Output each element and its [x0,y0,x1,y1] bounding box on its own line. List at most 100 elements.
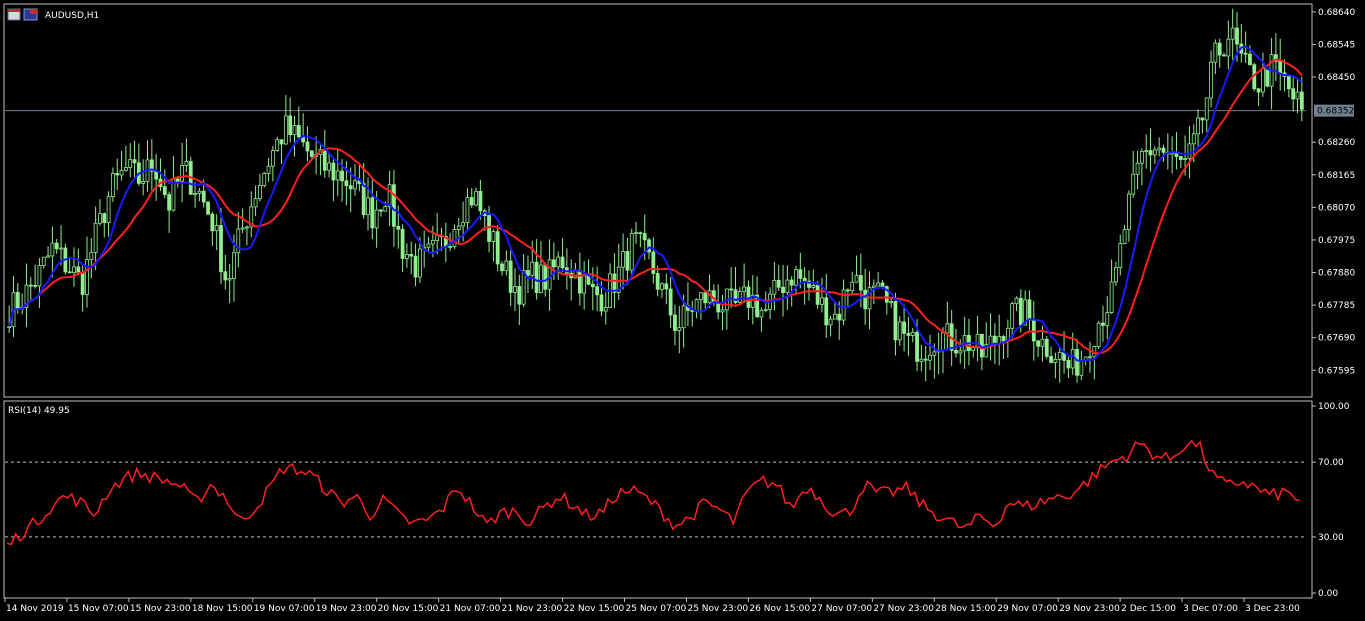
candle-body [67,271,72,274]
time-tick-label: 21 Nov 23:00 [502,604,563,614]
candle-body [673,314,677,331]
candle-body [197,190,202,194]
candle-body [530,261,535,276]
candle-body [292,125,297,136]
candle-body [629,233,634,271]
candle-body [322,149,327,171]
candle-body [180,164,184,182]
candle-body [534,261,539,294]
candle-body [456,225,461,230]
candle-body [89,251,94,261]
candle-body [781,286,785,293]
candle [629,228,634,276]
candle-body [1114,267,1118,283]
candle-body [698,292,703,300]
candle-body [833,313,837,320]
candle-body [344,180,349,187]
candle-body [1152,149,1157,156]
candle-body [266,165,271,174]
candle-body [184,161,189,166]
candle-body [992,335,997,344]
candle-body [681,305,686,329]
candle-body [815,284,820,305]
candle-body [590,283,595,288]
candle-body [954,350,958,354]
candle-body [655,273,660,290]
candle-body [923,358,928,361]
time-tick-label: 20 Nov 15:00 [378,604,439,614]
candle-body [513,286,517,293]
candle-body [595,286,600,296]
candle-body [28,284,33,287]
time-tick-label: 2 Dec 15:00 [1121,604,1176,614]
candle-body [1157,147,1162,151]
candle-body [1118,243,1123,268]
time-tick-label: 3 Dec 07:00 [1183,604,1238,614]
candle-body [1291,88,1296,100]
candle-body [508,260,513,293]
candle-body [504,260,509,272]
candle-body [387,184,392,207]
candle-body [526,270,530,276]
candle-body [1235,27,1239,45]
candle-body [1010,303,1015,329]
candle-body [668,288,673,316]
candle-body [1001,336,1006,342]
candle-body [448,246,453,248]
candle-body [845,289,850,292]
candle-body [1295,91,1300,100]
candle-body [115,173,120,176]
candle-body [876,282,881,287]
candle-body [919,358,924,362]
candle-body [93,222,98,253]
candle-body [162,186,167,195]
candle-body [37,265,42,287]
candle-body [880,282,885,288]
candle-body [465,197,470,224]
candle-body [634,232,638,235]
candle-body [897,321,902,341]
candle-body [1044,338,1049,357]
candle-body [154,170,159,180]
price-tick-label: 0.67880 [1318,269,1355,279]
price-tick-label: 0.67690 [1318,334,1355,344]
candle-body [1018,297,1023,326]
candle-body [1261,68,1265,93]
candle-body [132,159,137,164]
candle-body [223,271,228,281]
candle-body [227,278,232,281]
candle-body [1101,322,1105,326]
candle-body [906,332,911,336]
price-tick-label: 0.68545 [1318,40,1355,50]
time-tick-label: 22 Nov 15:00 [564,604,625,614]
candle-body [1230,27,1235,40]
candle-body [625,251,630,271]
time-tick-label: 19 Nov 23:00 [316,604,377,614]
candle-body [802,277,807,282]
time-tick-label: 27 Nov 07:00 [811,604,872,614]
candle-body [240,227,245,230]
time-tick-label: 29 Nov 07:00 [997,604,1058,614]
candle-body [193,193,197,195]
candle-body [863,289,868,310]
price-tick-label: 0.68640 [1318,8,1355,18]
candle [188,156,193,196]
candle-body [789,279,794,286]
candle-body [1131,173,1136,195]
candle-body [167,194,172,211]
candle-body [552,259,556,268]
time-tick-label: 25 Nov 23:00 [687,604,748,614]
candle-body [988,335,993,345]
candle-body [1135,162,1140,175]
candle-body [798,269,803,279]
candle-body [1187,143,1192,159]
candle-body [1248,53,1252,66]
rsi-tick-label: 70.00 [1318,458,1344,468]
candle-body [776,279,781,288]
candle-body [811,284,816,288]
candle-body [258,185,262,200]
candle-body [1200,117,1205,121]
candle-body [543,264,548,290]
candle-body [210,213,215,232]
candle-body [1265,68,1270,87]
